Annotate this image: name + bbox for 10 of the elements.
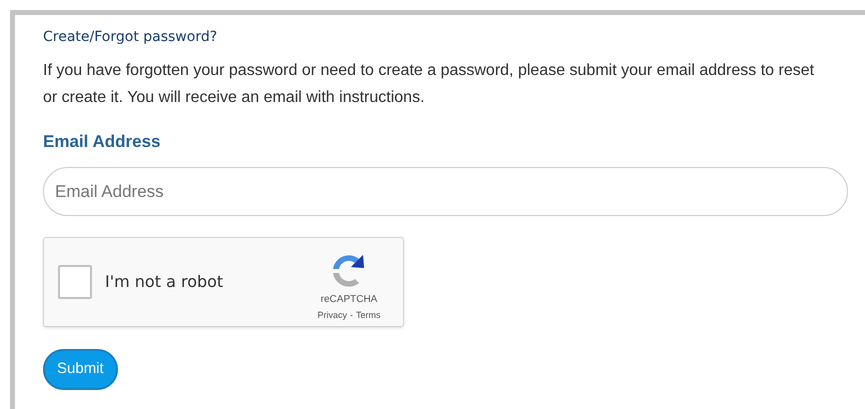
terms-link[interactable]: Terms — [356, 308, 380, 322]
field-label: Email Address — [43, 131, 162, 153]
email-input-field[interactable]: Email Address — [43, 167, 848, 216]
captcha-checkbox[interactable] — [58, 265, 92, 299]
captcha-label: I'm not a robot — [105, 271, 224, 293]
privacy-link[interactable]: Privacy — [317, 308, 347, 322]
page-heading: Create/Forgot password? — [43, 28, 218, 47]
recaptcha-brand: reCAPTCHA — [320, 292, 378, 306]
link-separator: - — [350, 308, 353, 322]
instructions-text: If you have forgotten your password or need to create a password, please submit your email address to reset or create it. You will receive an email with instructions. — [43, 61, 816, 108]
